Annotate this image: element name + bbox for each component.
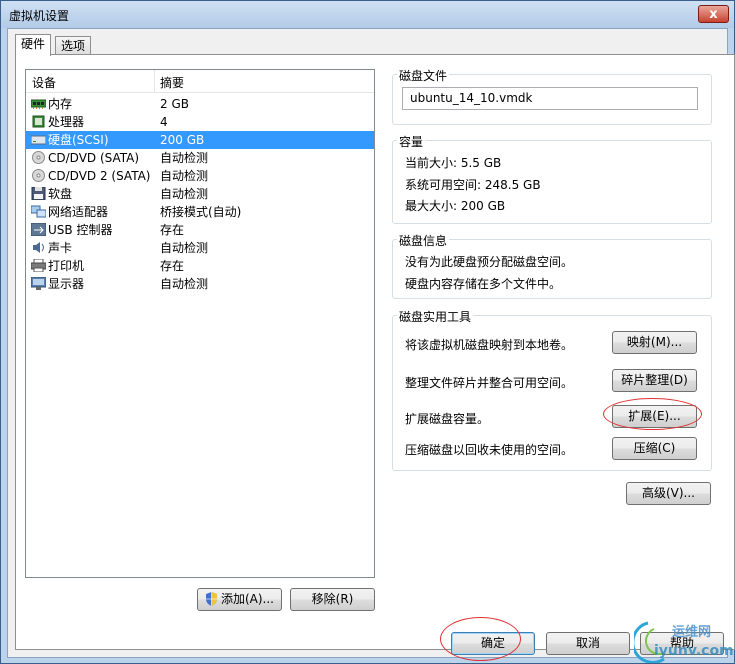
floppy-icon	[31, 186, 46, 201]
device-list[interactable]: 设备 摘要 内存 2 GB 处理器 4 硬盘(SCSI) 200 GB CD/D…	[25, 69, 375, 578]
disk-file-field[interactable]: ubuntu_14_10.vmdk	[402, 87, 698, 110]
title-bar[interactable]: 虚拟机设置 x	[1, 1, 734, 28]
device-name: 显示器	[48, 277, 85, 291]
add-device-button[interactable]: 添加(A)...	[197, 588, 282, 611]
map-button[interactable]: 映射(M)...	[612, 331, 697, 354]
device-name: 网络适配器	[48, 205, 109, 219]
annotation-ellipse-expand	[603, 398, 702, 430]
map-description: 将该虚拟机磁盘映射到本地卷。	[405, 338, 574, 352]
max-size-text: 最大大小: 200 GB	[405, 199, 506, 213]
column-header-summary[interactable]: 摘要	[160, 74, 184, 91]
device-name: 软盘	[48, 187, 73, 201]
device-row-floppy[interactable]: 软盘 自动检测	[26, 185, 374, 203]
current-size-text: 当前大小: 5.5 GB	[405, 156, 502, 170]
network-adapter-icon	[30, 205, 47, 218]
device-summary: 存在	[160, 223, 185, 237]
device-summary: 4	[160, 115, 168, 129]
device-name: 硬盘(SCSI)	[48, 133, 109, 147]
device-summary: 2 GB	[160, 97, 189, 111]
device-row-printer[interactable]: 打印机 存在	[26, 257, 374, 275]
device-row-sound-card[interactable]: 声卡 自动检测	[26, 239, 374, 257]
expand-description: 扩展磁盘容量。	[405, 412, 490, 426]
watermark-line-2: iyunv.com	[654, 643, 734, 659]
device-row-cd-dvd[interactable]: CD/DVD (SATA) 自动检测	[26, 149, 374, 167]
display-icon	[30, 276, 47, 290]
compact-description: 压缩磁盘以回收未使用的空间。	[405, 443, 574, 457]
compact-button[interactable]: 压缩(C)	[612, 437, 697, 460]
shield-icon	[205, 592, 218, 613]
device-row-usb-controller[interactable]: USB 控制器 存在	[26, 221, 374, 239]
disk-info-group-label: 磁盘信息	[397, 232, 450, 249]
device-row-display[interactable]: 显示器 自动检测	[26, 275, 374, 293]
device-name: 处理器	[48, 115, 85, 129]
capacity-group-label: 容量	[397, 133, 426, 150]
cd-dvd-icon	[31, 151, 46, 164]
device-name: USB 控制器	[48, 223, 113, 237]
device-name: CD/DVD (SATA)	[48, 151, 140, 165]
column-separator[interactable]	[154, 70, 155, 92]
device-summary: 桥接模式(自动)	[160, 205, 242, 219]
close-button[interactable]: x	[698, 5, 729, 23]
device-summary: 200 GB	[160, 133, 205, 147]
device-name: 打印机	[48, 259, 85, 273]
watermark-line-1: 运维网	[672, 625, 712, 640]
annotation-ellipse-ok	[440, 617, 521, 661]
add-button-label: 添加(A)...	[220, 592, 275, 606]
dialog-client-area: 硬件 选项 设备 摘要 内存 2 GB 处理器 4 硬盘(SCSI) 200 G…	[7, 28, 735, 658]
remove-device-button[interactable]: 移除(R)	[290, 588, 375, 611]
device-list-header: 设备 摘要	[26, 70, 374, 93]
device-row-network-adapter[interactable]: 网络适配器 桥接模式(自动)	[26, 203, 374, 221]
device-name: 内存	[48, 97, 73, 111]
usb-icon	[30, 222, 47, 237]
disk-info-line-1: 没有为此硬盘预分配磁盘空间。	[405, 255, 574, 269]
disk-file-group-label: 磁盘文件	[397, 67, 450, 84]
defrag-description: 整理文件碎片并整合可用空间。	[405, 376, 574, 390]
sound-card-icon	[31, 241, 46, 254]
processor-icon	[31, 115, 46, 128]
device-row-cd-dvd-2[interactable]: CD/DVD 2 (SATA) 自动检测	[26, 167, 374, 185]
device-summary: 自动检测	[160, 151, 209, 165]
cd-dvd-icon	[31, 169, 46, 182]
cancel-button[interactable]: 取消	[546, 632, 630, 655]
available-space-text: 系统可用空间: 248.5 GB	[405, 178, 541, 192]
column-header-device[interactable]: 设备	[32, 74, 56, 91]
device-summary: 自动检测	[160, 187, 209, 201]
device-name: CD/DVD 2 (SATA)	[48, 169, 151, 183]
tab-options[interactable]: 选项	[55, 36, 92, 56]
disk-info-line-2: 硬盘内容存储在多个文件中。	[405, 277, 562, 291]
device-summary: 自动检测	[160, 169, 209, 183]
device-row-memory[interactable]: 内存 2 GB	[26, 95, 374, 113]
watermark: 运维网 iyunv.com	[634, 615, 734, 663]
memory-icon	[30, 97, 47, 110]
window-title: 虚拟机设置	[9, 9, 70, 23]
device-row-hard-disk[interactable]: 硬盘(SCSI) 200 GB	[26, 131, 374, 149]
tab-hardware[interactable]: 硬件	[15, 34, 52, 56]
advanced-button[interactable]: 高级(V)...	[626, 482, 711, 505]
hard-disk-icon	[30, 133, 47, 146]
vm-settings-window: 虚拟机设置 x 硬件 选项 设备 摘要 内存 2 GB 处理器 4 硬盘(SCS…	[0, 0, 735, 664]
device-summary: 存在	[160, 259, 185, 273]
device-summary: 自动检测	[160, 241, 209, 255]
device-row-processor[interactable]: 处理器 4	[26, 113, 374, 131]
device-summary: 自动检测	[160, 277, 209, 291]
device-name: 声卡	[48, 241, 73, 255]
printer-icon	[30, 258, 47, 273]
disk-utilities-group-label: 磁盘实用工具	[397, 308, 474, 325]
defragment-button[interactable]: 碎片整理(D)	[612, 369, 697, 392]
